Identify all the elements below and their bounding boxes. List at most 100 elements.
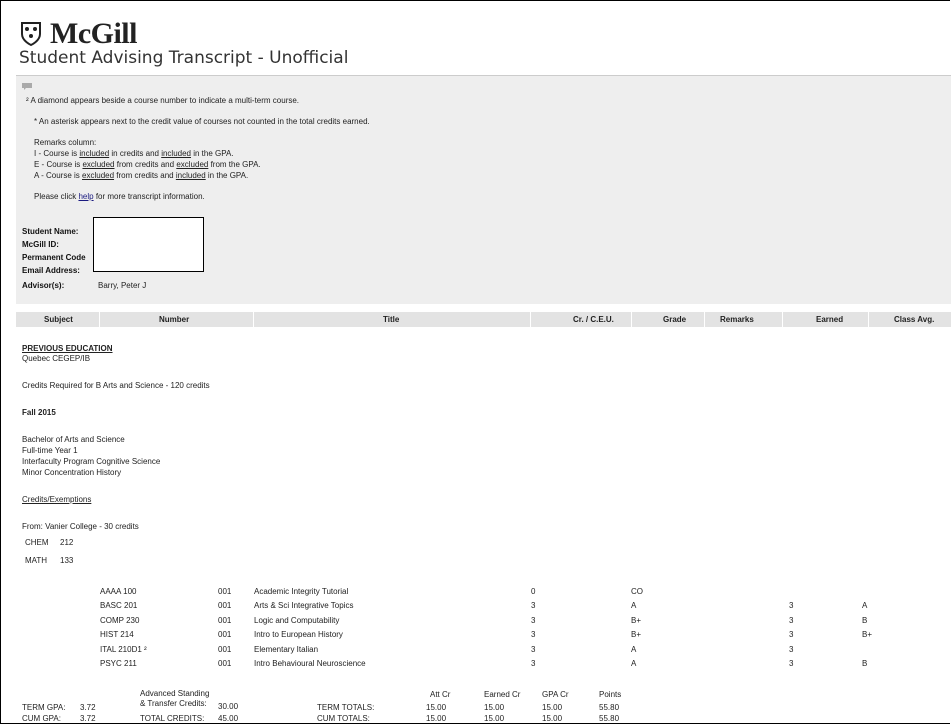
course-code: AAAA 100 <box>100 587 137 596</box>
col-subject: Subject <box>44 315 73 324</box>
cum-gpa-value: 3.72 <box>80 714 96 723</box>
course-code: COMP 230 <box>100 616 140 625</box>
cum-points: 55.80 <box>599 714 620 723</box>
term-earned-cr: 15.00 <box>484 703 505 712</box>
course-grade: B+ <box>631 630 642 639</box>
course-earned: 3 <box>789 616 794 625</box>
term-name: Fall 2015 <box>22 408 56 417</box>
redaction-box <box>93 217 204 272</box>
course-section: 001 <box>218 616 232 625</box>
course-grade: A <box>631 659 637 668</box>
course-credits: 3 <box>531 645 536 654</box>
course-code: ITAL 210D1 ² <box>100 645 147 654</box>
course-title: Academic Integrity Tutorial <box>254 587 349 596</box>
course-grade: A <box>631 645 637 654</box>
previous-education-source: Quebec CEGEP/IB <box>22 354 91 363</box>
term-points: 55.80 <box>599 703 620 712</box>
help-line: Please click help for more transcript in… <box>34 192 205 201</box>
exemption-number: 212 <box>60 538 74 547</box>
term-gpa-cr: 15.00 <box>542 703 563 712</box>
remark-i: I - Course is included in credits and in… <box>34 149 234 158</box>
asterisk-note: * An asterisk appears next to the credit… <box>34 117 370 126</box>
course-title: Elementary Italian <box>254 645 319 654</box>
course-credits: 3 <box>531 630 536 639</box>
program-line: Full-time Year 1 <box>22 446 78 455</box>
course-section: 001 <box>218 645 232 654</box>
col-grade: Grade <box>663 315 687 324</box>
cum-att-cr: 15.00 <box>426 714 447 723</box>
col-title: Title <box>383 315 400 324</box>
col-credits: Cr. / C.E.U. <box>573 315 614 324</box>
cum-totals-label: CUM TOTALS: <box>317 714 370 723</box>
advanced-standing-label: Advanced Standing <box>140 689 210 698</box>
course-code: PSYC 211 <box>100 659 137 668</box>
term-gpa-label: TERM GPA: <box>22 703 66 712</box>
credits-required: Credits Required for B Arts and Science … <box>22 381 210 390</box>
student-name-label: Student Name: <box>22 227 79 236</box>
course-section: 001 <box>218 659 232 668</box>
exemption-subject: MATH <box>25 556 48 565</box>
cum-earned-cr: 15.00 <box>484 714 505 723</box>
total-credits-label: TOTAL CREDITS: <box>140 714 205 723</box>
term-totals-label: TERM TOTALS: <box>317 703 375 712</box>
advisor-value: Barry, Peter J <box>98 281 147 290</box>
points-header: Points <box>599 690 622 699</box>
program-line: Bachelor of Arts and Science <box>22 435 125 444</box>
course-class-avg: B <box>862 616 868 625</box>
course-grade: B+ <box>631 616 642 625</box>
col-earned: Earned <box>816 315 844 324</box>
gpa-cr-header: GPA Cr <box>542 690 569 699</box>
course-class-avg: B+ <box>862 630 873 639</box>
diamond-note: ² A diamond appears beside a course numb… <box>26 96 300 105</box>
term-att-cr: 15.00 <box>426 703 447 712</box>
course-grade: CO <box>631 587 643 596</box>
column-header: Subject Number Title Cr. / C.E.U. Grade … <box>16 312 951 327</box>
comment-icon <box>22 83 32 90</box>
course-credits: 3 <box>531 616 536 625</box>
email-label: Email Address: <box>22 266 80 275</box>
col-number: Number <box>159 315 190 324</box>
course-code: BASC 201 <box>100 601 138 610</box>
advisor-label: Advisor(s): <box>22 281 65 290</box>
credits-exemptions-link[interactable]: Credits/Exemptions <box>22 495 91 504</box>
earned-cr-header: Earned Cr <box>484 690 521 699</box>
col-class-avg: Class Avg. <box>894 315 935 324</box>
course-class-avg: A <box>862 601 868 610</box>
course-earned: 3 <box>789 630 794 639</box>
course-earned: 3 <box>789 659 794 668</box>
logo-text: McGill <box>50 17 137 50</box>
page-title: Student Advising Transcript - Unofficial <box>19 48 349 68</box>
total-credits-value: 45.00 <box>218 714 239 723</box>
help-link[interactable]: help <box>78 192 93 201</box>
course-title: Arts & Sci Integrative Topics <box>254 601 354 610</box>
course-title: Intro Behavioural Neuroscience <box>254 659 366 668</box>
cum-gpa-label: CUM GPA: <box>22 714 61 723</box>
transfer-credits-label: & Transfer Credits: <box>140 699 207 708</box>
exemption-number: 133 <box>60 556 74 565</box>
remark-e: E - Course is excluded from credits and … <box>34 160 261 169</box>
course-credits: 0 <box>531 587 536 596</box>
mcgill-logo: McGill <box>20 17 137 50</box>
course-class-avg: B <box>862 659 868 668</box>
term-gpa-value: 3.72 <box>80 703 96 712</box>
course-code: HIST 214 <box>100 630 134 639</box>
permanent-code-label: Permanent Code <box>22 253 86 262</box>
program-line: Minor Concentration History <box>22 468 122 477</box>
exemption-subject: CHEM <box>25 538 49 547</box>
remarks-heading: Remarks column: <box>34 138 97 147</box>
cum-gpa-cr: 15.00 <box>542 714 563 723</box>
mcgill-id-label: McGill ID: <box>22 240 59 249</box>
course-title: Logic and Computability <box>254 616 340 625</box>
course-credits: 3 <box>531 659 536 668</box>
previous-education-heading: PREVIOUS EDUCATION <box>22 344 113 353</box>
program-line: Interfaculty Program Cognitive Science <box>22 457 161 466</box>
transfer-credits-value: 30.00 <box>218 702 239 711</box>
col-remarks: Remarks <box>720 315 754 324</box>
remark-a: A - Course is excluded from credits and … <box>34 171 249 180</box>
crest-icon <box>21 22 41 47</box>
course-title: Intro to European History <box>254 630 343 639</box>
att-cr-header: Att Cr <box>430 690 451 699</box>
course-earned: 3 <box>789 645 794 654</box>
exemptions-from: From: Vanier College - 30 credits <box>22 522 139 531</box>
course-grade: A <box>631 601 637 610</box>
